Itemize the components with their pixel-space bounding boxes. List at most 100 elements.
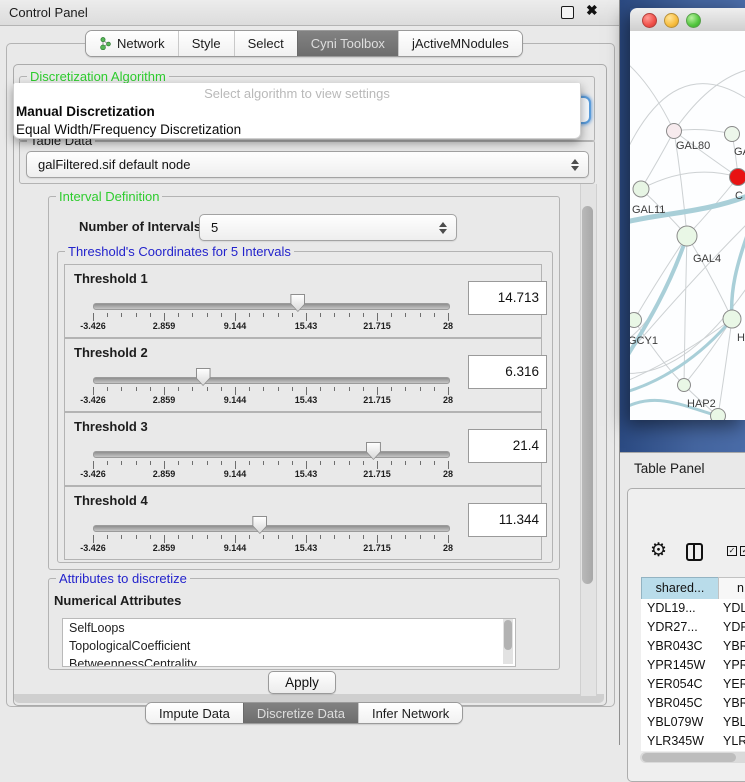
cell-name[interactable]: YPR1 — [723, 656, 745, 675]
table-data-combobox[interactable]: galFiltered.sif default node — [26, 151, 589, 178]
column-header-shared-name[interactable]: shared... — [641, 577, 719, 600]
slider-track[interactable] — [93, 525, 450, 532]
network-node-gal4[interactable] — [677, 226, 697, 246]
network-node-h[interactable] — [723, 310, 741, 328]
threshold-slider[interactable]: -3.4262.8599.14415.4321.71528 — [93, 265, 448, 337]
tick-label: -3.426 — [80, 321, 106, 331]
major-tick — [164, 535, 165, 543]
network-edge[interactable] — [674, 130, 732, 134]
cell-shared-name[interactable]: YER054C — [647, 675, 703, 694]
cell-name[interactable]: YDL1 — [723, 599, 745, 618]
attributes-scrollbar-thumb[interactable] — [504, 620, 512, 650]
cell-shared-name[interactable]: YBL079W — [647, 713, 703, 732]
table-row[interactable]: YPR145W YPR1 — [641, 656, 745, 675]
table-row[interactable]: YDR27... YDR2 — [641, 618, 745, 637]
major-tick — [235, 461, 236, 469]
attribute-item-topologicalcoefficient[interactable]: TopologicalCoefficient — [63, 637, 515, 655]
cell-name[interactable]: YLR3 — [723, 732, 745, 751]
network-node-ga[interactable] — [725, 127, 740, 142]
minor-tick — [349, 387, 350, 391]
attribute-item-betweennesscentrality[interactable]: BetweennessCentrality — [63, 655, 515, 667]
network-node-hap2[interactable] — [678, 379, 691, 392]
minor-tick — [249, 387, 250, 391]
apply-button[interactable]: Apply — [268, 671, 336, 694]
network-window-titlebar[interactable] — [630, 8, 745, 32]
cell-shared-name[interactable]: YBR045C — [647, 694, 703, 713]
column-header-name[interactable]: n — [718, 577, 745, 600]
minimize-traffic-light-icon[interactable] — [664, 13, 679, 28]
slider-track[interactable] — [93, 451, 450, 458]
tab-cyni-toolbox[interactable]: Cyni Toolbox — [297, 31, 398, 56]
minor-tick — [221, 387, 222, 391]
table-row[interactable]: YER054C YER0 — [641, 675, 745, 694]
tab-impute-data[interactable]: Impute Data — [146, 703, 243, 723]
threshold-value-field[interactable]: 11.344 — [468, 503, 547, 537]
minor-tick — [178, 535, 179, 539]
network-edge[interactable] — [641, 131, 674, 189]
dropdown-option-manual-discretization[interactable]: Manual Discretization — [14, 103, 580, 121]
cell-shared-name[interactable]: YDL19... — [647, 599, 696, 618]
cell-name[interactable]: YBR0 — [723, 694, 745, 713]
cell-name[interactable]: YBL0 — [723, 713, 745, 732]
network-node-gal11[interactable] — [633, 181, 649, 197]
network-view-canvas[interactable]: GAL80GACGAL11GAL4GCY1HHAP2 — [630, 31, 745, 420]
cell-name[interactable]: YBR0 — [723, 637, 745, 656]
close-traffic-light-icon[interactable] — [642, 13, 657, 28]
cell-name[interactable]: YER0 — [723, 675, 745, 694]
tab-network[interactable]: Network — [86, 31, 178, 56]
table-row[interactable]: YBR043C YBR0 — [641, 637, 745, 656]
threshold-value-field[interactable]: 21.4 — [468, 429, 547, 463]
minor-tick — [405, 461, 406, 465]
threshold-value-field[interactable]: 14.713 — [468, 281, 547, 315]
tab-style[interactable]: Style — [178, 31, 234, 56]
network-edge[interactable] — [687, 236, 732, 319]
slider-track[interactable] — [93, 303, 450, 310]
network-node-gcy1[interactable] — [630, 313, 642, 328]
panel-scrollbar-thumb[interactable] — [582, 206, 593, 584]
network-node[interactable] — [711, 409, 726, 421]
zoom-traffic-light-icon[interactable] — [686, 13, 701, 28]
network-edge[interactable] — [634, 236, 687, 320]
minor-tick — [136, 313, 137, 317]
network-node-c[interactable] — [730, 169, 745, 186]
split-columns-icon[interactable] — [686, 543, 703, 561]
float-window-icon[interactable] — [561, 6, 574, 19]
network-edge[interactable] — [630, 59, 674, 131]
node-label: H — [737, 332, 745, 344]
table-row[interactable]: YLR345W YLR3 — [641, 732, 745, 751]
attribute-item-selfloops[interactable]: SelfLoops — [63, 619, 515, 637]
close-icon[interactable]: ✖ — [586, 2, 598, 19]
threshold-slider[interactable]: -3.4262.8599.14415.4321.71528 — [93, 413, 448, 485]
network-node-gal80[interactable] — [667, 124, 682, 139]
network-edge[interactable] — [641, 172, 738, 189]
network-edge[interactable] — [674, 69, 745, 131]
tab-jactivemnodules[interactable]: jActiveMNodules — [398, 31, 522, 56]
network-window: GAL80GACGAL11GAL4GCY1HHAP2 — [630, 8, 745, 420]
dropdown-option-equal-width-frequency-discretization[interactable]: Equal Width/Frequency Discretization — [14, 121, 580, 139]
cell-shared-name[interactable]: YLR345W — [647, 732, 704, 751]
tab-infer-network[interactable]: Infer Network — [358, 703, 462, 723]
select-all-icon[interactable]: ✓ — [727, 546, 737, 556]
minor-tick — [420, 535, 421, 539]
table-row[interactable]: YDL19... YDL1 — [641, 599, 745, 618]
num-intervals-combobox[interactable]: 5 — [199, 214, 457, 241]
numerical-attributes-list[interactable]: SelfLoopsTopologicalCoefficientBetweenne… — [62, 618, 516, 667]
cell-shared-name[interactable]: YPR145W — [647, 656, 705, 675]
tab-discretize-data[interactable]: Discretize Data — [243, 703, 358, 723]
table-row[interactable]: YBL079W YBL0 — [641, 713, 745, 732]
cell-shared-name[interactable]: YDR27... — [647, 618, 698, 637]
tick-label: -3.426 — [80, 395, 106, 405]
threshold-slider[interactable]: -3.4262.8599.14415.4321.71528 — [93, 487, 448, 559]
tab-select[interactable]: Select — [234, 31, 297, 56]
slider-track[interactable] — [93, 377, 450, 384]
table-hscrollbar-thumb[interactable] — [642, 753, 736, 762]
table-header-row: shared... n — [641, 577, 745, 598]
threshold-slider[interactable]: -3.4262.8599.14415.4321.71528 — [93, 339, 448, 411]
threshold-value-field[interactable]: 6.316 — [468, 355, 547, 389]
gear-icon[interactable]: ⚙ — [650, 539, 667, 562]
cell-name[interactable]: YDR2 — [723, 618, 745, 637]
cell-shared-name[interactable]: YBR043C — [647, 637, 703, 656]
deselect-all-icon[interactable]: ✓ — [740, 546, 745, 556]
minor-tick — [107, 535, 108, 539]
table-row[interactable]: YBR045C YBR0 — [641, 694, 745, 713]
